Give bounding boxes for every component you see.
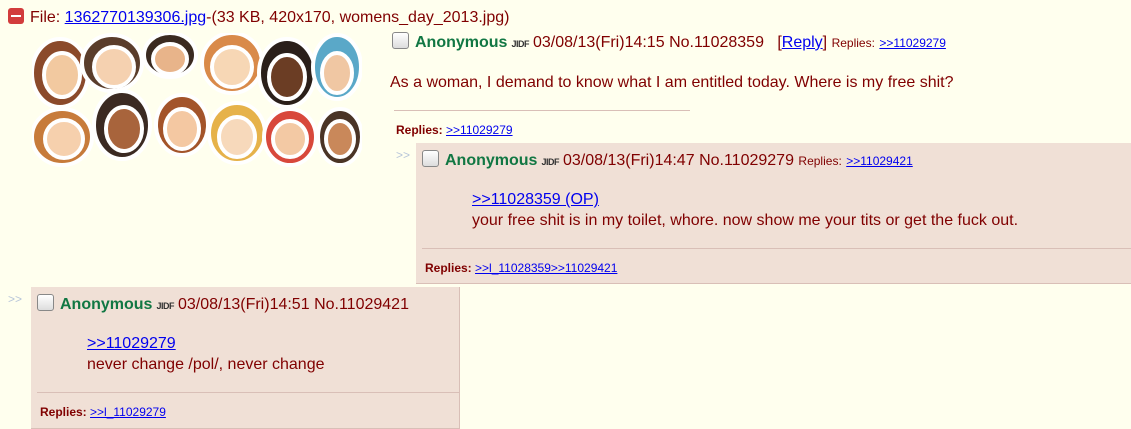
file-link[interactable]: 1362770139306.jpg	[65, 9, 206, 26]
reply1-divider	[422, 248, 1131, 249]
reply2-bottom-reply-backlink[interactable]: >>l_11029279	[90, 405, 166, 419]
reply2-message: >>11029279 never change /pol/, never cha…	[87, 333, 325, 375]
reply1-quote-link[interactable]: >>11028359 (OP)	[472, 191, 599, 208]
reply2-select-checkbox[interactable]	[37, 294, 54, 311]
reply-bracket-close: ]	[822, 34, 828, 51]
hide-thread-minus-icon[interactable]	[8, 8, 24, 24]
op-post-number[interactable]: No.11028359	[669, 34, 764, 51]
op-select-checkbox[interactable]	[392, 32, 409, 49]
reply2-divider	[37, 392, 459, 393]
op-divider	[394, 110, 690, 111]
reply2-quote-link[interactable]: >>11029279	[87, 335, 176, 352]
op-datetime: 03/08/13(Fri)14:15	[532, 34, 665, 51]
reply1-select-checkbox[interactable]	[422, 150, 439, 167]
op-post-header: Anonymous JIDF 03/08/13(Fri)14:15 No.11028…	[392, 32, 946, 52]
reply1-message-text: your free shit is in my toilet, whore. n…	[472, 212, 1019, 229]
reply1-header-reply-backlink[interactable]: >>11029421	[846, 154, 913, 168]
op-poster-name: Anonymous	[415, 34, 508, 51]
op-flag-badge: JIDF	[511, 39, 529, 49]
reply1-datetime: 03/08/13(Fri)14:47	[562, 152, 695, 169]
reply2-post-box: Anonymous JIDF 03/08/13(Fri)14:51 No.11029…	[31, 287, 460, 429]
reply2-post-number[interactable]: No.11029421	[314, 296, 409, 313]
op-header-reply-backlink[interactable]: >>11029279	[879, 36, 946, 50]
op-bottom-replies-label: Replies:	[396, 123, 443, 137]
reply2-poster-name: Anonymous	[60, 296, 153, 313]
reply1-arrows: >>	[396, 148, 411, 162]
op-message-text: As a woman, I demand to know what I am e…	[390, 74, 954, 91]
reply2-message-text: never change /pol/, never change	[87, 356, 325, 373]
reply1-header: Anonymous JIDF 03/08/13(Fri)14:47 No.11029…	[422, 150, 913, 170]
file-label: File:	[30, 9, 65, 26]
file-info-line: File: 1362770139306.jpg-(33 KB, 420x170,…	[8, 8, 509, 27]
reply1-post-number[interactable]: No.11029279	[699, 152, 794, 169]
reply2-flag-badge: JIDF	[156, 301, 174, 311]
reply1-bottom-replies: Replies: >>l_11028359>>11029421	[425, 261, 617, 275]
reply1-bottom-replies-label: Replies:	[425, 261, 472, 275]
reply2-bottom-replies-label: Replies:	[40, 405, 87, 419]
reply1-bottom-reply-backlink[interactable]: >>l_11028359>>11029421	[475, 261, 617, 275]
op-bottom-replies: Replies: >>11029279	[396, 123, 513, 137]
reply1-header-replies-label: Replies:	[798, 154, 842, 168]
reply2-arrows: >>	[8, 292, 23, 306]
file-details: -(33 KB, 420x170, womens_day_2013.jpg)	[206, 9, 510, 26]
op-bottom-reply-backlink[interactable]: >>11029279	[446, 123, 513, 137]
op-thumbnail-image[interactable]	[32, 33, 362, 167]
reply1-flag-badge: JIDF	[541, 157, 559, 167]
reply2-datetime: 03/08/13(Fri)14:51	[177, 296, 310, 313]
reply1-post-box: Anonymous JIDF 03/08/13(Fri)14:47 No.11029…	[416, 143, 1131, 284]
op-header-replies-label: Replies:	[831, 36, 875, 50]
reply1-poster-name: Anonymous	[445, 152, 538, 169]
reply2-bottom-replies: Replies: >>l_11029279	[40, 405, 166, 419]
reply2-header: Anonymous JIDF 03/08/13(Fri)14:51 No.11029…	[37, 294, 409, 314]
reply-link[interactable]: Reply	[782, 34, 823, 51]
reply1-message: >>11028359 (OP) your free shit is in my …	[472, 189, 1018, 231]
